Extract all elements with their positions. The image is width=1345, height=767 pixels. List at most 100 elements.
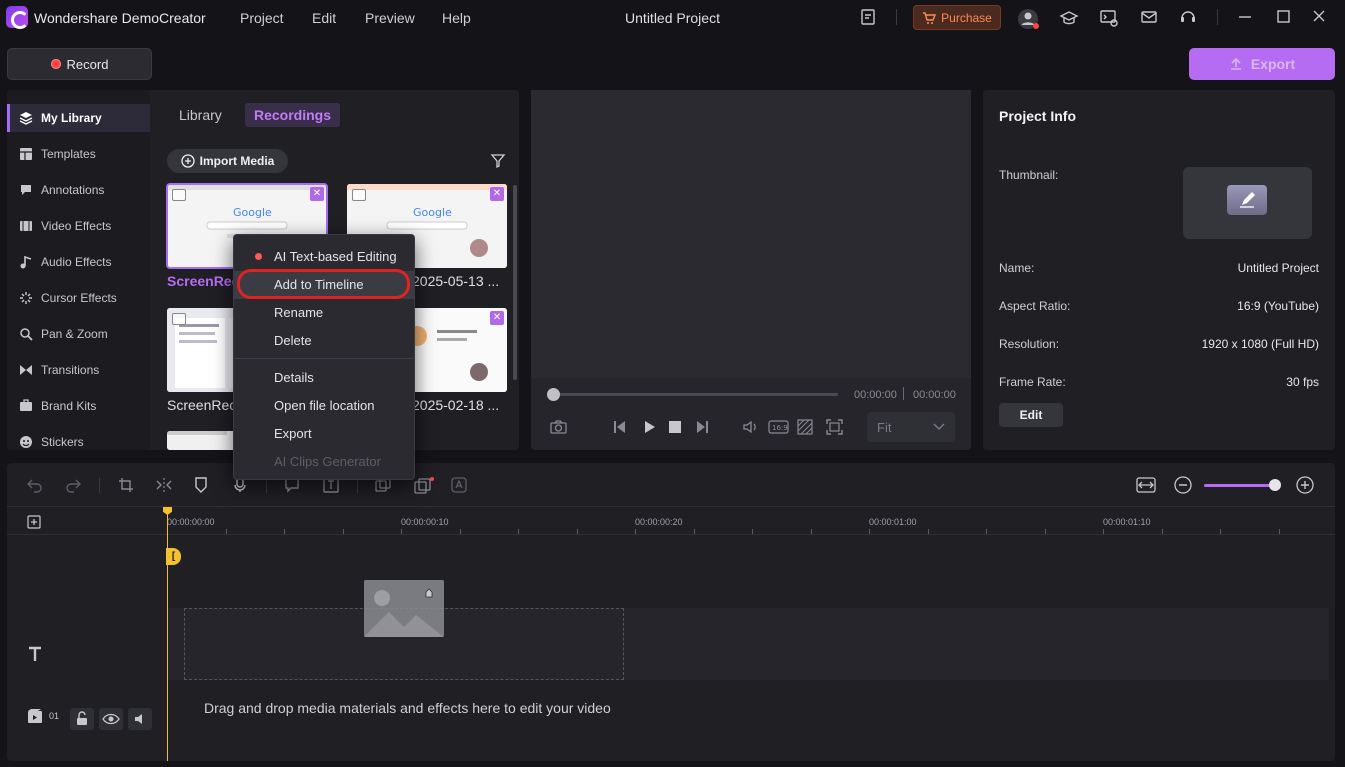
safe-zone-icon[interactable] [797, 419, 813, 435]
sidebar-item-video-effects[interactable]: Video Effects [7, 212, 150, 240]
learning-icon[interactable] [1059, 8, 1079, 28]
snapshot-icon[interactable] [550, 419, 567, 435]
menu-preview[interactable]: Preview [365, 10, 415, 26]
ai-effect-icon[interactable] [451, 477, 467, 493]
menu-item-ai-text-editing[interactable]: AI Text-based Editing [234, 243, 414, 271]
sidebar-item-templates[interactable]: Templates [7, 140, 150, 168]
app-logo [6, 6, 29, 29]
library-scrollbar[interactable] [513, 185, 517, 380]
support-icon[interactable] [1179, 8, 1199, 28]
dragging-media-preview [364, 580, 444, 637]
record-button[interactable]: Record [7, 48, 152, 80]
menu-help[interactable]: Help [442, 10, 471, 26]
sidebar-item-cursor-effects[interactable]: Cursor Effects [7, 284, 150, 312]
menu-item-rename[interactable]: Rename [234, 299, 414, 327]
next-frame-icon[interactable] [694, 419, 710, 435]
split-icon[interactable] [155, 477, 172, 493]
tab-library[interactable]: Library [170, 103, 231, 127]
preview-progress-handle[interactable] [547, 388, 560, 401]
preview-canvas [531, 90, 971, 378]
tab-recordings[interactable]: Recordings [245, 103, 341, 127]
clip-label: 2025-02-18 ... [412, 397, 500, 413]
fit-timeline-icon[interactable] [1136, 477, 1156, 493]
sidebar-item-my-library[interactable]: My Library [7, 104, 150, 132]
preview-progress-track[interactable] [551, 393, 838, 396]
divider [1217, 9, 1218, 25]
toggle-visibility-button[interactable] [99, 708, 123, 730]
feedback-icon[interactable] [859, 8, 879, 28]
menu-item-ai-clips-generator: AI Clips Generator [274, 454, 381, 469]
ruler-tick [635, 529, 636, 534]
zoom-slider-track[interactable] [1204, 484, 1274, 487]
video-effects-icon [20, 221, 32, 231]
playhead-marker-icon[interactable]: [ [166, 548, 181, 565]
menu-item-details[interactable]: Details [234, 364, 414, 392]
zoom-in-icon[interactable] [1296, 476, 1314, 494]
maximize-icon[interactable] [1276, 8, 1296, 28]
info-label: Aspect Ratio: [999, 299, 1071, 313]
info-value: 16:9 (YouTube) [1237, 299, 1319, 313]
purchase-button[interactable]: Purchase [913, 5, 1001, 30]
ai-subtitle-icon[interactable] [414, 477, 434, 494]
sidebar-item-label: Audio Effects [41, 255, 112, 269]
zoom-out-icon[interactable] [1174, 476, 1192, 494]
filter-icon[interactable] [490, 153, 506, 169]
project-thumbnail[interactable] [1183, 167, 1312, 239]
menu-edit[interactable]: Edit [312, 10, 336, 26]
previous-frame-icon[interactable] [612, 419, 628, 435]
undo-icon[interactable] [27, 477, 43, 493]
sidebar-item-pan-zoom[interactable]: Pan & Zoom [7, 320, 150, 348]
current-time: 00:00:00 [854, 389, 897, 401]
sidebar-item-stickers[interactable]: Stickers [7, 428, 150, 450]
timeline-panel: 00:00:00:00 00:00:00:10 00:00:00:20 00:0… [7, 463, 1335, 761]
ruler-tick [284, 529, 285, 534]
lock-track-button[interactable] [70, 708, 94, 730]
play-icon[interactable] [641, 419, 657, 435]
divider [266, 478, 267, 493]
crop-icon[interactable] [118, 477, 134, 493]
divider [357, 478, 358, 493]
import-media-label: Import Media [199, 154, 275, 168]
timeline-ruler[interactable]: 00:00:00:00 00:00:00:10 00:00:00:20 00:0… [7, 507, 1335, 535]
mail-icon[interactable] [1140, 8, 1160, 28]
sidebar-item-audio-effects[interactable]: Audio Effects [7, 248, 150, 276]
menu-item-open-file-location[interactable]: Open file location [234, 392, 414, 420]
menu-item-delete[interactable]: Delete [234, 327, 414, 355]
aspect-ratio-icon[interactable]: 16:9 [768, 419, 790, 435]
ruler-tick [986, 529, 987, 534]
eye-icon [102, 713, 120, 725]
volume-icon[interactable] [742, 419, 758, 435]
sidebar-item-brand-kits[interactable]: Brand Kits [7, 392, 150, 420]
close-icon[interactable] [1311, 8, 1331, 28]
ruler-tick [869, 529, 870, 534]
minimize-icon[interactable] [1237, 8, 1257, 28]
cart-icon [922, 11, 937, 25]
cursor-effects-icon [20, 292, 32, 304]
menu-project[interactable]: Project [240, 10, 284, 26]
svg-text:Google: Google [413, 206, 452, 219]
stop-icon[interactable] [667, 419, 683, 435]
playhead-line[interactable] [167, 507, 168, 761]
fullscreen-icon[interactable] [826, 419, 843, 435]
marker-icon[interactable] [193, 477, 209, 493]
import-media-button[interactable]: Import Media [167, 149, 288, 173]
track-area[interactable]: Drag and drop media materials and effect… [167, 535, 1335, 761]
add-track-icon[interactable] [27, 515, 43, 531]
record-label: Record [66, 56, 109, 72]
edit-project-button[interactable]: Edit [999, 403, 1063, 427]
menu-item-export[interactable]: Export [234, 420, 414, 448]
ruler-tick [1162, 529, 1163, 534]
zoom-fit-select[interactable]: Fit [867, 412, 955, 442]
export-button[interactable]: Export [1189, 48, 1335, 80]
sidebar-item-annotations[interactable]: Annotations [7, 176, 150, 204]
zoom-slider-handle[interactable] [1269, 479, 1281, 491]
clip-label: 2025-05-13 ... [412, 273, 500, 289]
video-badge-icon [172, 189, 186, 201]
music-note-icon [20, 255, 32, 269]
screen-settings-icon[interactable] [1099, 8, 1119, 28]
mute-track-button[interactable] [128, 708, 152, 730]
sidebar-item-transitions[interactable]: Transitions [7, 356, 150, 384]
zoom-fit-value: Fit [877, 419, 892, 435]
redo-icon[interactable] [65, 477, 81, 493]
account-icon[interactable] [1017, 8, 1039, 29]
